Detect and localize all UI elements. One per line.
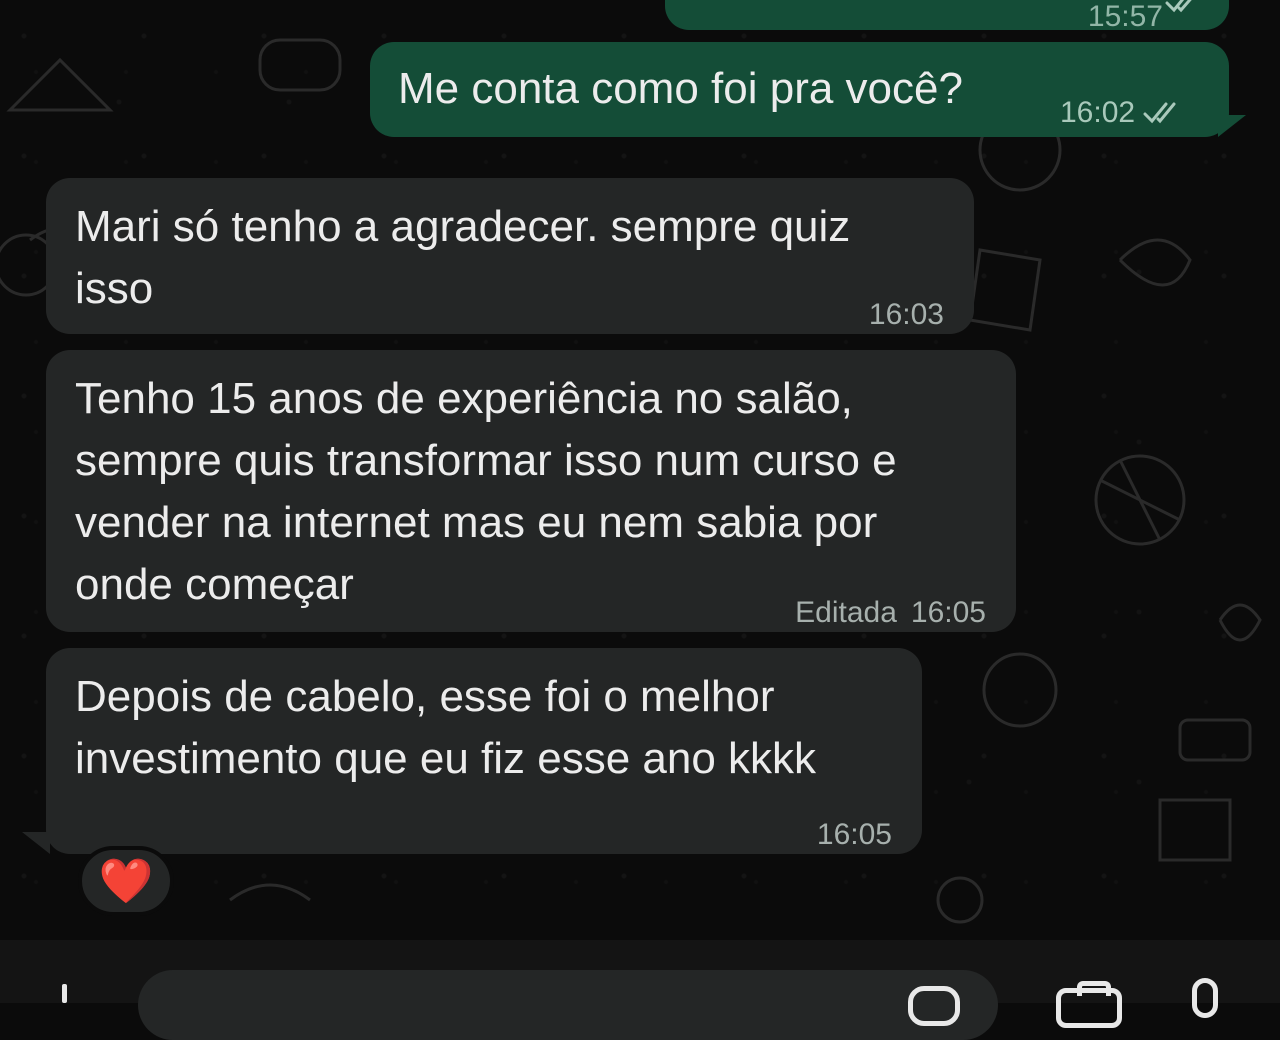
message-bubble-outgoing[interactable]: Me conta como foi pra você? 16:02 xyxy=(370,42,1229,137)
message-bubble-incoming[interactable]: Mari só tenho a agradecer. sempre quiz i… xyxy=(46,178,974,334)
plus-icon[interactable] xyxy=(62,984,67,1003)
message-input[interactable] xyxy=(138,970,998,1040)
message-time: 15:57 xyxy=(1087,0,1163,33)
message-tail xyxy=(1218,115,1246,137)
message-time: 16:05 xyxy=(816,818,892,851)
message-time: 16:05 xyxy=(910,596,986,629)
sticker-icon[interactable] xyxy=(908,986,960,1026)
reaction-heart[interactable]: ❤️ xyxy=(78,846,174,916)
message-bubble-incoming[interactable]: Tenho 15 anos de experiência no salão, s… xyxy=(46,350,1016,632)
message-meta: 16:05 xyxy=(817,804,892,866)
message-text: Tenho 15 anos de experiência no salão, s… xyxy=(75,374,897,609)
message-time: 16:02 xyxy=(1060,96,1136,129)
double-check-icon xyxy=(1165,0,1192,13)
message-text: Mari só tenho a agradecer. sempre quiz i… xyxy=(75,202,851,313)
message-tail xyxy=(22,832,50,854)
message-time: 16:03 xyxy=(868,298,944,331)
camera-icon[interactable] xyxy=(1056,981,1122,1028)
mic-icon[interactable] xyxy=(1192,978,1218,1018)
message-meta: 16:02 xyxy=(1060,82,1185,144)
message-meta: Editada 16:05 xyxy=(795,582,986,644)
message-bubble-incoming[interactable]: Depois de cabelo, esse foi o melhor inve… xyxy=(46,648,922,854)
message-meta: 16:03 xyxy=(869,284,944,346)
double-check-icon xyxy=(1143,102,1176,124)
heart-emoji: ❤️ xyxy=(98,857,154,906)
message-text: Depois de cabelo, esse foi o melhor inve… xyxy=(75,672,817,783)
message-meta: 15:57 xyxy=(1088,0,1163,48)
message-bubble-outgoing-partial[interactable]: 15:57 xyxy=(665,0,1229,33)
edited-label: Editada xyxy=(795,596,897,629)
